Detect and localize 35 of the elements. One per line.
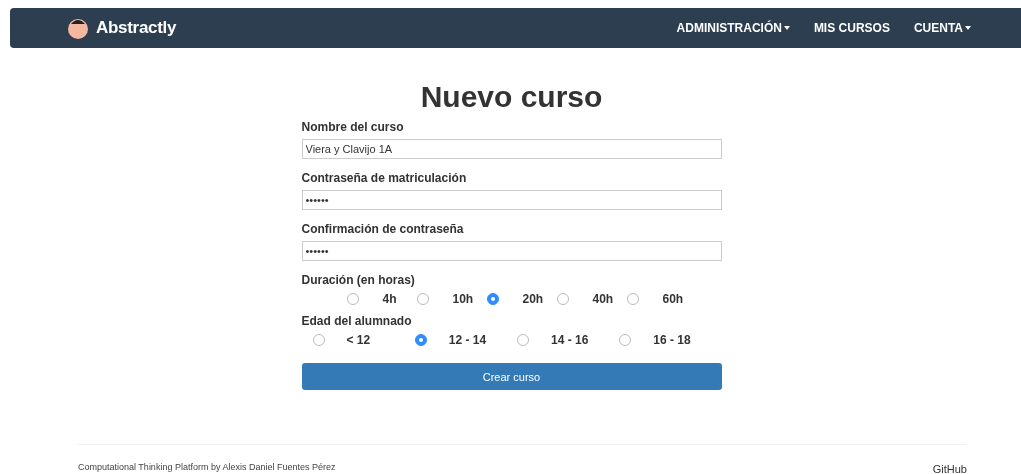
radio-label: 40h [592,292,614,306]
radio-button[interactable] [556,293,569,305]
radio-button[interactable] [486,293,499,305]
field-label: Nombre del curso [301,120,405,134]
group-label: Duración (en horas) [301,273,416,287]
radio-label: 16 - 18 [653,333,691,347]
radio-button[interactable] [346,293,359,305]
radio-button[interactable] [312,334,325,346]
radio-button[interactable] [619,334,632,346]
logo-icon [66,16,90,40]
field-label: Contraseña de matriculación [301,171,468,185]
radio-button[interactable] [414,334,427,346]
nav-link[interactable]: ADMINISTRACIÓN [676,21,790,35]
radio-label: 60h [662,292,684,306]
radio-label: 4h [382,292,397,306]
radio-button[interactable] [626,293,639,305]
radio-label: < 12 [346,333,371,347]
radio-label: 12 - 14 [448,333,487,347]
radio-button[interactable] [416,293,429,305]
field-label: Confirmación de contraseña [301,222,465,236]
footer-credit: Computational Thinking Platform by Alexis Daniel Fuentes Pérez [78,462,336,472]
radio-label: 14 - 16 [551,333,589,347]
page-title: Nuevo curso [419,80,604,114]
nav-link[interactable]: MIS CURSOS [813,21,890,35]
github-link[interactable]: GitHub [932,463,967,474]
input-field[interactable]: •••••• [301,190,722,210]
submit-button[interactable]: Crear curso [301,363,722,390]
radio-button[interactable] [517,334,529,346]
group-label: Edad del alumnado [301,314,413,328]
radio-label: 10h [452,292,474,306]
nav-link[interactable]: CUENTA [913,21,971,35]
input-field[interactable]: •••••• [301,241,722,261]
radio-label: 20h [522,292,544,306]
brand-link[interactable]: Abstractly [96,18,177,38]
input-field[interactable]: Viera y Clavijo 1A [301,139,722,159]
